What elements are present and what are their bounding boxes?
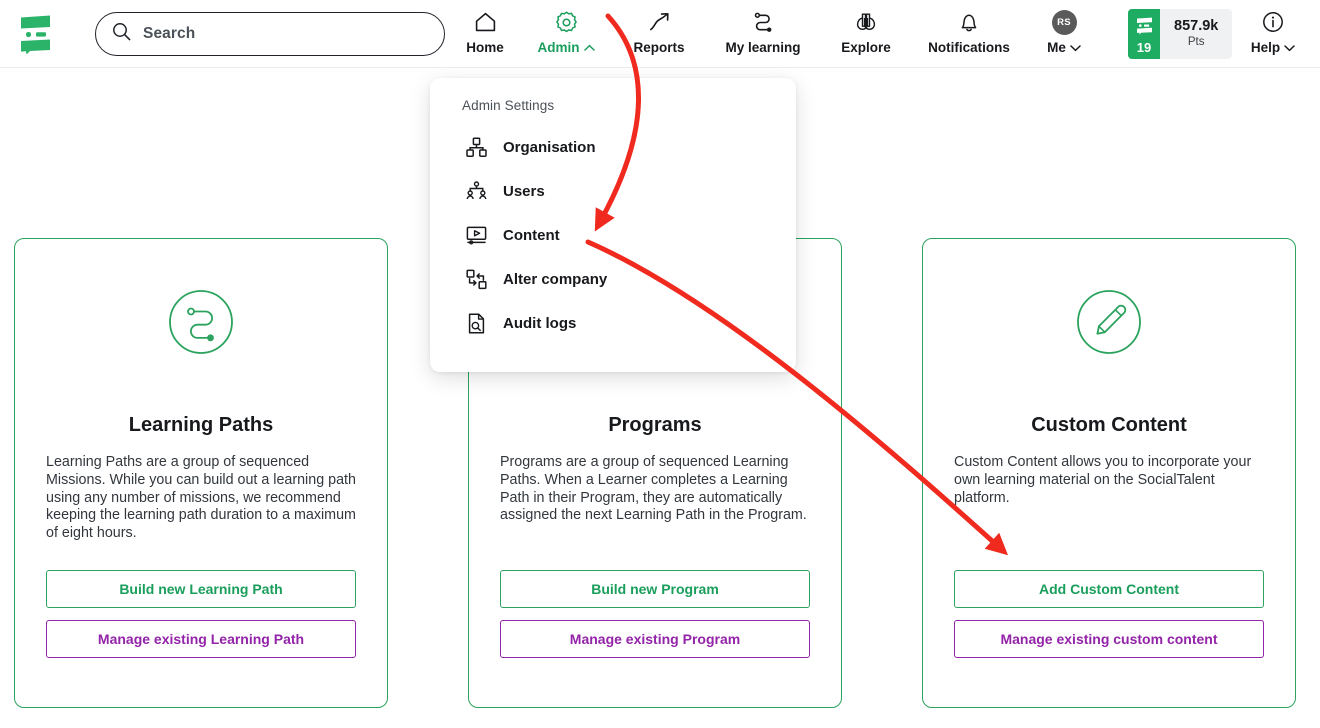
top-navigation-bar: Search Home Admin Reports My learning Ex… xyxy=(0,0,1320,68)
winding-path-icon xyxy=(751,9,776,35)
nav-item-my-learning[interactable]: My learning xyxy=(704,0,822,55)
search-placeholder: Search xyxy=(143,25,196,42)
card-description-custom-content: Custom Content allows you to incorporate… xyxy=(954,454,1252,506)
add-custom-content-button[interactable]: Add Custom Content xyxy=(954,570,1264,608)
chevron-down-icon xyxy=(1284,44,1295,52)
nav-item-notifications[interactable]: Notifications xyxy=(910,0,1028,55)
binoculars-icon xyxy=(853,9,879,35)
menu-item-audit-logs[interactable]: Audit logs xyxy=(430,301,796,345)
nav-item-home[interactable]: Home xyxy=(452,0,518,55)
nav-label-admin: Admin xyxy=(538,40,595,55)
nav-label-home: Home xyxy=(466,40,504,55)
media-player-icon xyxy=(464,223,488,247)
swap-boxes-icon xyxy=(464,267,488,291)
nav-label-help: Help xyxy=(1251,40,1295,55)
nav-label-notifications: Notifications xyxy=(928,40,1010,55)
chevron-up-icon xyxy=(583,44,595,52)
nav-item-admin[interactable]: Admin xyxy=(518,0,614,55)
primary-nav: Home Admin Reports My learning Explore N… xyxy=(452,0,1100,68)
nav-item-explore[interactable]: Explore xyxy=(822,0,910,55)
manage-existing-program-button[interactable]: Manage existing Program xyxy=(500,620,810,658)
avatar-initials: RS xyxy=(1051,9,1077,35)
card-title-programs: Programs xyxy=(608,414,702,436)
nav-label-my-learning: My learning xyxy=(725,40,801,55)
learning-path-circle-icon xyxy=(161,282,241,367)
points-level-value: 19 xyxy=(1136,39,1152,55)
nav-item-reports[interactable]: Reports xyxy=(614,0,704,55)
points-level-block: 19 xyxy=(1128,9,1160,59)
build-new-program-button[interactable]: Build new Program xyxy=(500,570,810,608)
info-circle-icon xyxy=(1261,9,1285,35)
build-new-learning-path-button[interactable]: Build new Learning Path xyxy=(46,570,356,608)
card-actions-custom-content: Add Custom Content Manage existing custo… xyxy=(954,570,1264,658)
menu-label-content: Content xyxy=(503,226,560,244)
app-logo[interactable] xyxy=(0,0,72,68)
menu-label-audit-logs: Audit logs xyxy=(503,314,577,332)
card-actions-learning-paths: Build new Learning Path Manage existing … xyxy=(46,570,356,658)
menu-item-users[interactable]: Users xyxy=(430,169,796,213)
bell-icon xyxy=(957,9,981,35)
menu-label-organisation: Organisation xyxy=(503,138,596,156)
nav-item-me[interactable]: RS Me xyxy=(1028,0,1100,55)
card-description-programs: Programs are a group of sequenced Learni… xyxy=(500,454,807,524)
admin-settings-dropdown: Admin Settings Organisation Users Conten… xyxy=(430,78,796,372)
card-custom-content: Custom Content Custom Content allows you… xyxy=(922,238,1296,708)
manage-existing-learning-path-button[interactable]: Manage existing Learning Path xyxy=(46,620,356,658)
search-input[interactable]: Search xyxy=(95,12,445,56)
card-actions-programs: Build new Program Manage existing Progra… xyxy=(500,570,810,658)
trending-up-arrow-icon xyxy=(647,9,672,35)
points-total-block: 857.9k Pts xyxy=(1160,9,1233,59)
nav-label-explore: Explore xyxy=(841,40,891,55)
manage-existing-custom-content-button[interactable]: Manage existing custom content xyxy=(954,620,1264,658)
nav-label-reports: Reports xyxy=(633,40,685,55)
gear-icon xyxy=(554,9,579,35)
card-description-learning-paths: Learning Paths are a group of sequenced … xyxy=(46,454,356,542)
card-title-custom-content: Custom Content xyxy=(1031,414,1187,436)
menu-item-alter-company[interactable]: Alter company xyxy=(430,257,796,301)
card-title-learning-paths: Learning Paths xyxy=(128,414,274,436)
points-value: 857.9k xyxy=(1174,17,1219,34)
points-unit-label: Pts xyxy=(1187,36,1205,49)
pencil-circle-icon xyxy=(1069,282,1149,367)
nav-item-help[interactable]: Help xyxy=(1238,0,1308,55)
nav-label-me: Me xyxy=(1047,40,1081,55)
avatar: RS xyxy=(1051,9,1077,35)
socialtalent-logo-icon xyxy=(17,14,55,54)
socialtalent-logo-icon xyxy=(1135,17,1154,40)
page-root: Search Home Admin Reports My learning Ex… xyxy=(0,0,1320,728)
menu-label-alter-company: Alter company xyxy=(503,270,608,288)
menu-item-content[interactable]: Content xyxy=(430,213,796,257)
search-icon xyxy=(112,22,131,46)
points-badge[interactable]: 19 857.9k Pts xyxy=(1128,9,1233,59)
users-hierarchy-icon xyxy=(464,179,488,203)
admin-settings-heading: Admin Settings xyxy=(462,98,555,113)
menu-label-users: Users xyxy=(503,182,545,200)
chevron-down-icon xyxy=(1070,44,1081,52)
home-icon xyxy=(473,9,498,35)
menu-item-organisation[interactable]: Organisation xyxy=(430,125,796,169)
document-search-icon xyxy=(464,311,488,335)
org-chart-icon xyxy=(464,135,488,159)
card-learning-paths: Learning Paths Learning Paths are a grou… xyxy=(14,238,388,708)
